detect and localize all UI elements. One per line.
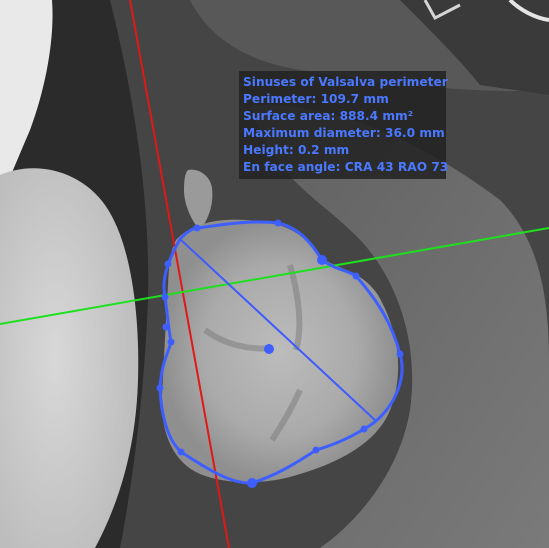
perimeter-value: Perimeter: 109.7 mm <box>243 92 389 106</box>
contour-handle[interactable] <box>164 260 172 268</box>
contour-handle[interactable] <box>156 384 164 392</box>
height-value: Height: 0.2 mm <box>243 143 350 157</box>
measurement-annotation-panel: Sinuses of Valsalva perimeter Perimeter:… <box>239 71 449 179</box>
annotation-title: Sinuses of Valsalva perimeter <box>243 75 448 89</box>
contour-handle[interactable] <box>193 224 201 232</box>
surface-area-value: Surface area: 888.4 mm² <box>243 109 414 123</box>
ct-image-viewer[interactable]: Sinuses of Valsalva perimeter Perimeter:… <box>0 0 549 548</box>
contour-handle[interactable] <box>247 478 257 488</box>
contour-handle[interactable] <box>360 425 368 433</box>
contour-handle[interactable] <box>312 446 320 454</box>
contour-handle[interactable] <box>177 448 185 456</box>
contour-handle[interactable] <box>162 323 170 331</box>
center-point-handle[interactable] <box>264 344 274 354</box>
contour-handle[interactable] <box>317 255 327 265</box>
contour-handle[interactable] <box>352 272 360 280</box>
contour-handle[interactable] <box>396 350 404 358</box>
en-face-angle-value: En face angle: CRA 43 RAO 73 <box>243 160 449 174</box>
contour-handle[interactable] <box>161 293 169 301</box>
contour-handle[interactable] <box>274 219 282 227</box>
contour-handle[interactable] <box>167 338 175 346</box>
maximum-diameter-value: Maximum diameter: 36.0 mm <box>243 126 445 140</box>
